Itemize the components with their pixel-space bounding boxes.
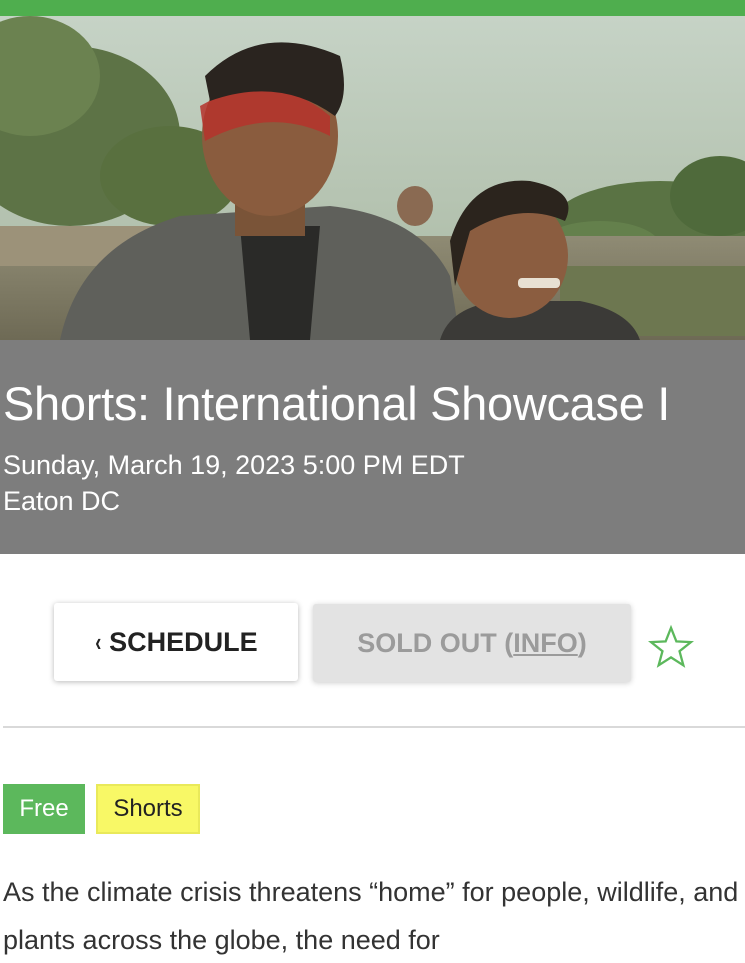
event-info-panel: Shorts: International Showcase I Sunday,…: [0, 340, 745, 554]
sold-out-label: SOLD OUT (: [357, 627, 514, 658]
chevron-left-icon: ‹: [95, 626, 102, 657]
event-datetime: Sunday, March 19, 2023 5:00 PM EDT: [3, 450, 465, 480]
event-page: Shorts: International Showcase I Sunday,…: [0, 0, 745, 963]
sold-out-info-link[interactable]: INFO: [513, 628, 578, 659]
hero-image: [0, 16, 745, 340]
sold-out-close-paren: ): [577, 627, 587, 658]
section-divider: [3, 726, 745, 728]
tag-shorts[interactable]: Shorts: [96, 784, 200, 834]
schedule-button[interactable]: ‹ SCHEDULE: [54, 603, 298, 681]
sold-out-button: SOLD OUT (INFO): [313, 604, 631, 682]
event-description: As the climate crisis threatens “home” f…: [3, 877, 739, 955]
schedule-button-label: SCHEDULE: [109, 626, 258, 657]
top-brand-bar: [0, 0, 745, 16]
star-outline-icon[interactable]: [648, 624, 694, 670]
film-still: [0, 16, 745, 340]
event-title: Shorts: International Showcase I: [3, 377, 671, 430]
event-venue: Eaton DC: [3, 486, 121, 516]
tag-free[interactable]: Free: [3, 784, 85, 834]
